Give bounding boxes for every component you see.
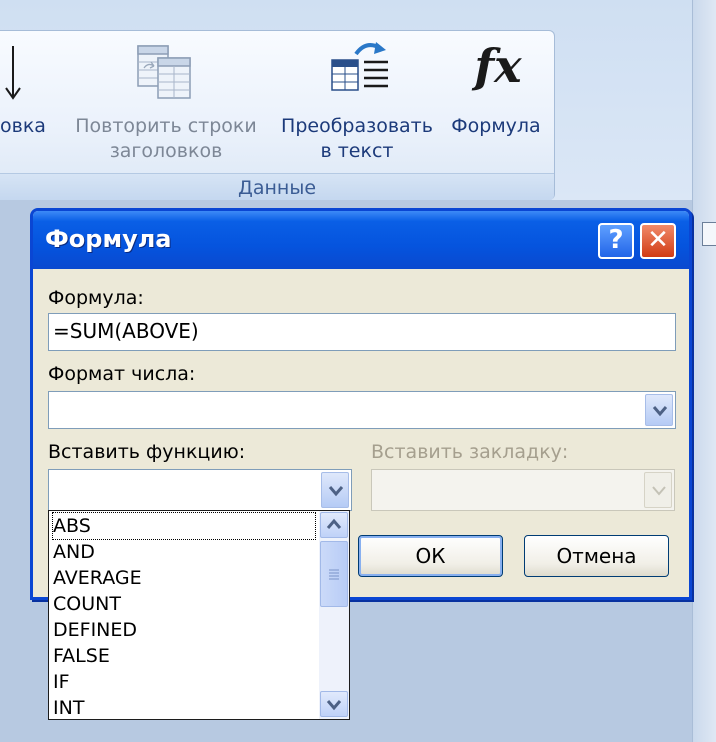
list-scrollbar[interactable] — [319, 511, 349, 719]
scroll-down-button[interactable] — [320, 691, 348, 717]
list-item[interactable]: IF — [53, 669, 70, 695]
convert-to-text-label-1[interactable]: Преобразовать — [274, 114, 440, 139]
list-item[interactable]: AND — [53, 539, 95, 565]
right-panel-edge — [692, 0, 716, 742]
formula-input[interactable]: =SUM(ABOVE) — [48, 313, 676, 351]
insert-function-combo[interactable] — [48, 469, 352, 511]
chevron-down-icon — [644, 472, 672, 508]
scroll-thumb[interactable] — [320, 541, 348, 607]
list-item[interactable]: COUNT — [53, 591, 121, 617]
formula-label: Формула: — [48, 287, 144, 309]
convert-to-text-icon[interactable] — [328, 40, 390, 96]
cancel-button[interactable]: Отмена — [524, 535, 669, 577]
ruler-toggle-button[interactable] — [702, 222, 716, 246]
list-item[interactable]: ABS — [52, 512, 316, 540]
split-table-label[interactable]: овка — [0, 114, 46, 139]
list-item[interactable]: AVERAGE — [53, 565, 142, 591]
close-button[interactable]: ✕ — [640, 223, 676, 259]
repeat-header-rows-icon[interactable] — [136, 42, 194, 102]
list-item[interactable]: INT — [53, 695, 84, 721]
function-dropdown-list[interactable]: ABS AND AVERAGE COUNT DEFINED FALSE IF I… — [48, 510, 350, 720]
number-format-label: Формат числа: — [48, 363, 196, 385]
list-item[interactable]: DEFINED — [53, 617, 137, 643]
ok-button[interactable]: ОК — [358, 535, 503, 577]
dialog-title: Формула — [45, 225, 172, 253]
down-arrow-icon[interactable] — [2, 42, 24, 104]
formula-ribbon-label[interactable]: Формула — [446, 114, 546, 139]
repeat-header-rows-label-2[interactable]: заголовков — [68, 139, 264, 164]
dialog-titlebar[interactable]: Формула ? ✕ — [33, 211, 689, 269]
insert-bookmark-combo — [371, 469, 675, 511]
help-button[interactable]: ? — [598, 223, 634, 259]
list-item[interactable]: FALSE — [53, 643, 110, 669]
scroll-up-button[interactable] — [320, 512, 348, 538]
convert-to-text-label-2[interactable]: в текст — [274, 139, 440, 164]
chevron-down-icon[interactable] — [321, 472, 349, 508]
insert-bookmark-label: Вставить закладку: — [371, 441, 569, 463]
number-format-combo[interactable] — [48, 391, 676, 429]
repeat-header-rows-label-1[interactable]: Повторить строки — [68, 114, 264, 139]
formula-fx-icon[interactable]: fx — [468, 36, 528, 96]
insert-function-label: Вставить функцию: — [48, 441, 246, 463]
chevron-down-icon[interactable] — [645, 394, 673, 426]
ribbon-group-label: Данные — [0, 173, 554, 201]
